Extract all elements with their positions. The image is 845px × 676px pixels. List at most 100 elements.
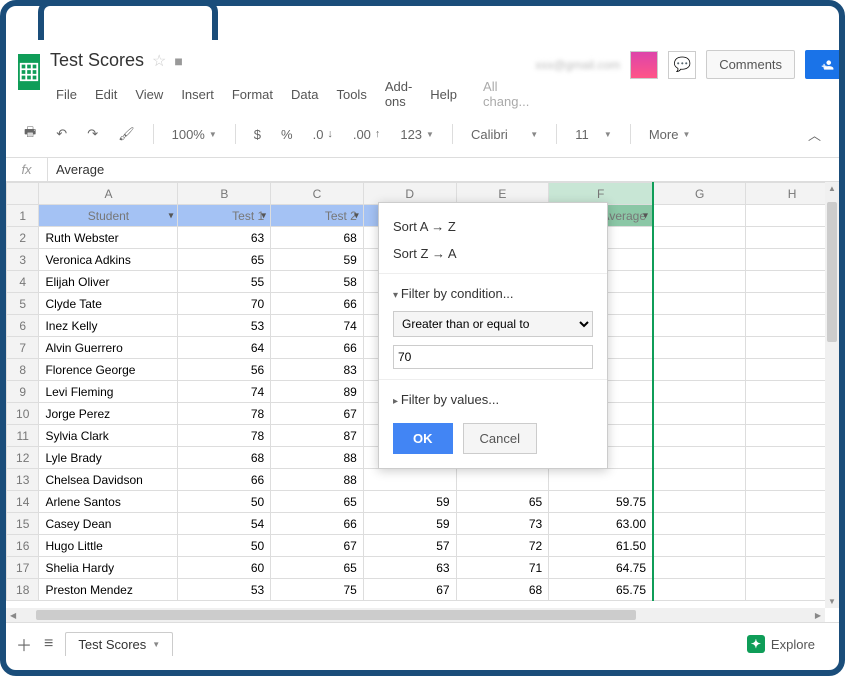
cell[interactable]: 78 — [178, 403, 271, 425]
cell[interactable]: 65 — [178, 249, 271, 271]
cell[interactable] — [653, 403, 746, 425]
cell[interactable]: 58 — [271, 271, 364, 293]
cell[interactable]: Hugo Little — [39, 535, 178, 557]
cell[interactable]: Jorge Perez — [39, 403, 178, 425]
menu-view[interactable]: View — [129, 85, 169, 104]
row-number[interactable]: 7 — [7, 337, 39, 359]
cell[interactable] — [653, 337, 746, 359]
cell[interactable]: 53 — [178, 579, 271, 601]
cell[interactable] — [653, 293, 746, 315]
select-all-corner[interactable] — [7, 183, 39, 205]
cell[interactable]: 64 — [178, 337, 271, 359]
cell[interactable]: Florence George — [39, 359, 178, 381]
cell[interactable]: 53 — [178, 315, 271, 337]
share-button[interactable]: Share — [805, 50, 845, 79]
percent-button[interactable]: % — [275, 123, 299, 146]
cell[interactable] — [653, 535, 746, 557]
horizontal-scrollbar[interactable]: ◀ ▶ — [6, 608, 825, 622]
all-sheets-button[interactable]: ≡ — [44, 635, 53, 653]
cell[interactable]: 67 — [271, 403, 364, 425]
menu-help[interactable]: Help — [424, 85, 463, 104]
font-select[interactable]: Calibri ▼ — [465, 123, 544, 146]
cell[interactable] — [653, 425, 746, 447]
scroll-right-icon[interactable]: ▶ — [813, 608, 823, 622]
menu-edit[interactable]: Edit — [89, 85, 123, 104]
ok-button[interactable]: OK — [393, 423, 453, 454]
row-number[interactable]: 9 — [7, 381, 39, 403]
scroll-thumb[interactable] — [827, 202, 837, 342]
cell[interactable]: 63.00 — [549, 513, 653, 535]
col-header-g[interactable]: G — [653, 183, 746, 205]
row-number[interactable]: 11 — [7, 425, 39, 447]
chat-icon[interactable]: 💬 — [668, 51, 696, 79]
cell[interactable] — [653, 557, 746, 579]
cell[interactable]: Clyde Tate — [39, 293, 178, 315]
filter-header-test1[interactable]: Test 1▾ — [178, 205, 271, 227]
filter-header-student[interactable]: Student▾ — [39, 205, 178, 227]
cell[interactable]: Veronica Adkins — [39, 249, 178, 271]
menu-insert[interactable]: Insert — [175, 85, 220, 104]
row-number[interactable]: 5 — [7, 293, 39, 315]
print-icon[interactable]: 🖶 — [18, 119, 42, 149]
row-number[interactable]: 17 — [7, 557, 39, 579]
menu-tools[interactable]: Tools — [330, 85, 372, 104]
cell[interactable]: 73 — [456, 513, 549, 535]
filter-icon[interactable]: ▾ — [354, 210, 359, 221]
cell[interactable]: 66 — [271, 293, 364, 315]
sheet-tab[interactable]: Test Scores ▼ — [65, 632, 173, 656]
cell[interactable]: Alvin Guerrero — [39, 337, 178, 359]
font-size-select[interactable]: 11 ▼ — [569, 123, 618, 146]
filter-icon[interactable]: ▾ — [643, 210, 648, 221]
filter-icon[interactable]: ▾ — [168, 210, 173, 221]
star-icon[interactable]: ☆ — [152, 51, 166, 71]
folder-icon[interactable]: ■ — [174, 53, 182, 69]
cell[interactable] — [456, 469, 549, 491]
number-format-select[interactable]: 123▼ — [394, 123, 440, 146]
scroll-down-icon[interactable]: ▼ — [825, 597, 839, 606]
cell[interactable] — [653, 513, 746, 535]
paint-format-icon[interactable]: 🖌 — [112, 122, 141, 146]
cell[interactable]: 59 — [363, 513, 456, 535]
cell[interactable] — [653, 579, 746, 601]
cell[interactable]: 88 — [271, 447, 364, 469]
cell[interactable]: 88 — [271, 469, 364, 491]
row-number[interactable]: 4 — [7, 271, 39, 293]
cell[interactable]: 65 — [271, 557, 364, 579]
cell[interactable]: 68 — [271, 227, 364, 249]
row-number[interactable]: 6 — [7, 315, 39, 337]
cell[interactable]: 64.75 — [549, 557, 653, 579]
cell[interactable]: 74 — [271, 315, 364, 337]
explore-button[interactable]: ✦ Explore — [733, 629, 829, 659]
cell[interactable]: Inez Kelly — [39, 315, 178, 337]
cell[interactable]: Casey Dean — [39, 513, 178, 535]
cell[interactable]: 65.75 — [549, 579, 653, 601]
cell[interactable]: 66 — [271, 513, 364, 535]
cell[interactable]: 67 — [271, 535, 364, 557]
cell[interactable]: Ruth Webster — [39, 227, 178, 249]
scroll-up-icon[interactable]: ▲ — [825, 184, 839, 193]
cell[interactable]: Preston Mendez — [39, 579, 178, 601]
cell[interactable]: 68 — [178, 447, 271, 469]
menu-format[interactable]: Format — [226, 85, 279, 104]
cell[interactable]: 57 — [363, 535, 456, 557]
cell[interactable]: 68 — [456, 579, 549, 601]
cell[interactable]: 65 — [271, 491, 364, 513]
undo-icon[interactable]: ↶ — [50, 122, 73, 146]
col-header-b[interactable]: B — [178, 183, 271, 205]
cell[interactable]: Levi Fleming — [39, 381, 178, 403]
more-button[interactable]: More▼ — [643, 123, 697, 146]
cell[interactable]: 59.75 — [549, 491, 653, 513]
cell[interactable] — [653, 491, 746, 513]
avatar[interactable] — [630, 51, 658, 79]
row-number[interactable]: 12 — [7, 447, 39, 469]
add-sheet-button[interactable]: ＋ — [16, 632, 32, 656]
cell[interactable]: 59 — [363, 491, 456, 513]
cell[interactable]: 87 — [271, 425, 364, 447]
cell[interactable]: 67 — [363, 579, 456, 601]
sort-za[interactable]: Sort Z → A — [379, 240, 607, 267]
cell[interactable]: 75 — [271, 579, 364, 601]
menu-file[interactable]: File — [50, 85, 83, 104]
cell[interactable]: Sylvia Clark — [39, 425, 178, 447]
row-number[interactable]: 18 — [7, 579, 39, 601]
cell[interactable]: 74 — [178, 381, 271, 403]
